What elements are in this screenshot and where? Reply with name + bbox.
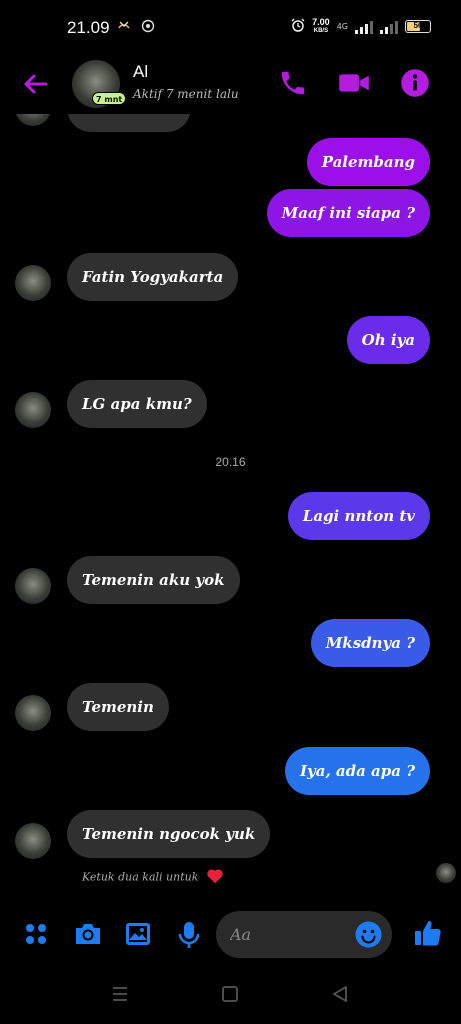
system-navigation-bar [0, 975, 461, 1015]
message-bubble-incoming[interactable]: LG apa kmu? [67, 380, 207, 428]
message-bubble-outgoing[interactable]: Maaf ini siapa ? [266, 189, 430, 237]
message-list[interactable]: Palembang Maaf ini siapa ? Fatin Yogyaka… [0, 114, 461, 894]
message-bubble-outgoing[interactable]: Mksdnya ? [310, 619, 430, 667]
contact-avatar-small [15, 568, 51, 604]
alarm-icon [291, 17, 305, 36]
message-input-container[interactable] [216, 911, 392, 958]
network-speed: 7.00 KB/S [312, 16, 330, 34]
heart-icon [206, 868, 224, 887]
phone-call-icon[interactable] [278, 68, 308, 98]
contact-avatar-small [15, 265, 51, 301]
info-icon[interactable] [400, 68, 430, 98]
contact-status: Aktif 7 menit lalu [133, 87, 239, 101]
contact-avatar-small [15, 392, 51, 428]
seen-indicator-avatar [436, 863, 456, 883]
recent-apps-icon[interactable] [111, 985, 129, 1007]
message-bubble-outgoing[interactable]: Lagi nnton tv [287, 492, 430, 540]
message-bubble-incoming[interactable]: Fatin Yogyakarta [67, 253, 239, 301]
contact-avatar-small [15, 823, 51, 859]
message-input[interactable] [230, 911, 350, 958]
app-notification-icon [141, 19, 155, 37]
contact-avatar-small [15, 114, 51, 126]
message-bubble-outgoing[interactable]: Oh iya [346, 316, 430, 364]
contact-avatar-small [15, 695, 51, 731]
react-hint: Ketuk dua kali untuk [82, 868, 224, 887]
signal-2-icon [380, 20, 398, 34]
network-type: 4G [336, 22, 348, 31]
message-timestamp: 20.16 [215, 455, 246, 469]
missed-call-icon [117, 19, 131, 37]
camera-icon[interactable] [73, 920, 101, 948]
message-bubble-incoming[interactable]: Temenin ngocok yuk [67, 810, 271, 858]
status-bar: 21.09 7.00 KB/S 4G 56 [0, 0, 461, 56]
active-badge: 7 mnt [92, 92, 127, 105]
video-call-icon[interactable] [338, 68, 369, 98]
composer-bar [0, 906, 461, 962]
status-time: 21.09 [67, 18, 110, 37]
message-bubble-outgoing[interactable]: Palembang [306, 138, 430, 186]
message-bubble-incoming[interactable]: Temenin aku yok [67, 556, 240, 604]
thumbs-up-icon[interactable] [413, 918, 441, 946]
menu-dots-icon[interactable] [22, 920, 50, 948]
home-icon[interactable] [221, 985, 239, 1007]
emoji-icon[interactable] [355, 921, 382, 948]
gallery-icon[interactable] [124, 920, 152, 948]
contact-name[interactable]: Al [133, 62, 148, 82]
back-arrow-icon[interactable] [20, 68, 52, 100]
microphone-icon[interactable] [176, 920, 204, 948]
battery-icon: 56 [405, 20, 431, 33]
message-bubble-partial[interactable] [67, 114, 191, 132]
back-nav-icon[interactable] [331, 985, 349, 1007]
message-bubble-incoming[interactable]: Temenin [67, 683, 169, 731]
message-bubble-outgoing[interactable]: Iya, ada apa ? [285, 747, 430, 795]
chat-header: 7 mnt Al Aktif 7 menit lalu [0, 56, 461, 114]
signal-icon [355, 20, 373, 34]
